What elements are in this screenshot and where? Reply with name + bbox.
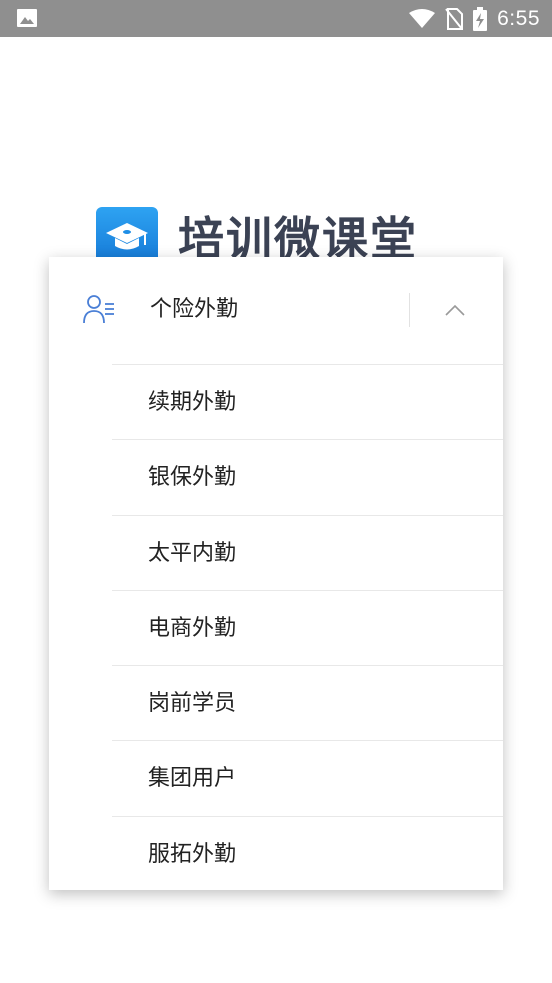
user-list-icon bbox=[83, 295, 114, 324]
option-label: 服拓外勤 bbox=[148, 841, 237, 867]
selected-user-type: 个险外勤 bbox=[150, 297, 239, 322]
user-type-dropdown: 个险外勤 续期外勤 银保外勤 太平内勤 电商外勤 岗前学员 集团用户 服拓外勤 bbox=[49, 257, 503, 890]
options-list: 续期外勤 银保外勤 太平内勤 电商外勤 岗前学员 集团用户 服拓外勤 bbox=[112, 364, 503, 891]
option-label: 岗前学员 bbox=[148, 691, 237, 717]
list-item[interactable]: 集团用户 bbox=[112, 740, 503, 815]
option-label: 电商外勤 bbox=[148, 615, 237, 641]
option-label: 续期外勤 bbox=[148, 390, 237, 415]
chevron-up-icon[interactable] bbox=[443, 299, 467, 323]
option-label: 太平内勤 bbox=[148, 540, 237, 566]
option-label: 银保外勤 bbox=[148, 465, 237, 491]
image-icon bbox=[17, 9, 37, 27]
list-item[interactable]: 电商外勤 bbox=[112, 589, 503, 665]
list-item[interactable]: 太平内勤 bbox=[112, 514, 503, 590]
header-divider bbox=[409, 293, 410, 327]
option-label: 集团用户 bbox=[148, 766, 237, 792]
status-bar: 6:55 bbox=[0, 0, 552, 37]
dropdown-header[interactable]: 个险外勤 bbox=[49, 257, 503, 364]
no-sim-icon bbox=[445, 7, 464, 30]
list-item[interactable]: 服拓外勤 bbox=[112, 815, 503, 891]
list-item[interactable]: 续期外勤 bbox=[112, 364, 503, 439]
list-item[interactable]: 岗前学员 bbox=[112, 665, 503, 740]
status-time: 6:55 bbox=[497, 6, 540, 30]
battery-charging-icon bbox=[473, 6, 488, 31]
status-icons: 6:55 bbox=[409, 0, 540, 37]
list-item[interactable]: 银保外勤 bbox=[112, 439, 503, 514]
wifi-icon bbox=[409, 8, 436, 28]
